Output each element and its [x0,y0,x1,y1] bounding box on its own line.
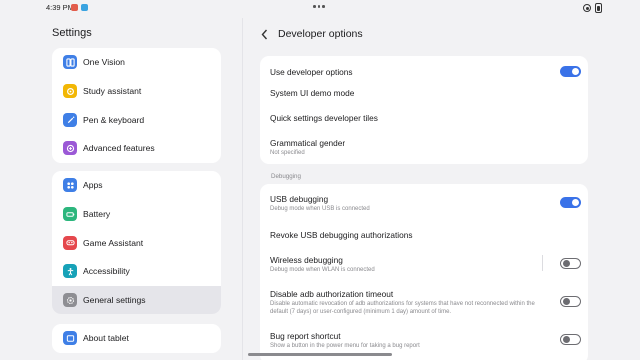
game-icon [63,235,77,250]
quick-settings-tiles-label: Quick settings developer tiles [270,113,378,123]
adb-timeout-row[interactable]: Disable adb authorization timeout Disabl… [270,289,540,316]
adb-timeout-description: Disable automatic revocation of adb auth… [270,301,535,315]
general-options-card: Use developer options System UI demo mod… [260,56,588,164]
notification-icon-2 [81,4,88,11]
sidebar-item-label: Game Assistant [83,237,144,248]
adb-timeout-label: Disable adb authorization timeout [270,289,394,299]
multiwindow-handle-icon[interactable] [313,5,325,8]
use-developer-options-label: Use developer options [270,67,353,77]
sidebar-item-label: General settings [83,295,146,306]
settings-title: Settings [52,27,92,39]
sidebar-item-advanced-features[interactable]: Advanced features [52,134,221,163]
chevron-left-icon[interactable] [258,27,270,41]
adb-timeout-toggle[interactable] [560,296,581,307]
revoke-usb-row[interactable]: Revoke USB debugging authorizations [270,230,578,240]
sidebar-group-2: Apps Battery Game Assistant Accessibilit… [52,171,221,315]
one-vision-icon [63,55,77,70]
screen-record-icon [583,4,591,12]
sidebar-item-label: Advanced features [83,143,155,154]
page-title: Developer options [278,28,363,40]
use-developer-options-toggle[interactable] [560,66,581,77]
wireless-debugging-toggle[interactable] [560,258,581,269]
sidebar-item-label: Pen & keyboard [83,114,145,125]
bug-report-shortcut-row[interactable]: Bug report shortcut Show a button in the… [270,331,578,350]
sidebar-item-study-assistant[interactable]: Study assistant [52,77,221,106]
revoke-usb-label: Revoke USB debugging authorizations [270,230,413,240]
sidebar-group-3: About tablet [52,324,221,353]
sidebar-item-game-assistant[interactable]: Game Assistant [52,228,221,257]
quick-settings-tiles-row[interactable]: Quick settings developer tiles [270,113,578,123]
status-time: 4:39 PM [46,3,74,12]
pen-icon [63,112,77,127]
status-bar: 4:39 PM [0,0,640,18]
system-ui-demo-row[interactable]: System UI demo mode [270,88,578,98]
gesture-bar[interactable] [248,353,392,356]
sidebar-group-1: One Vision Study assistant Pen & keyboar… [52,48,221,163]
usb-debugging-description: Debug mode when USB is connected [270,206,370,212]
sidebar-item-label: Battery [83,209,111,220]
settings-sidebar: Settings One Vision Study assistant Pen … [38,18,236,360]
sidebar-item-label: One Vision [83,57,125,68]
usb-debugging-row[interactable]: USB debugging Debug mode when USB is con… [270,194,578,213]
usb-debugging-toggle[interactable] [560,197,581,208]
tablet-icon [63,331,77,346]
sidebar-item-label: About tablet [83,333,129,344]
accessibility-icon [63,264,77,279]
grammatical-gender-label: Grammatical gender [270,138,346,148]
sidebar-item-label: Study assistant [83,86,142,97]
advanced-features-icon [63,141,77,156]
debugging-card: USB debugging Debug mode when USB is con… [260,184,588,360]
sidebar-item-pen-keyboard[interactable]: Pen & keyboard [52,105,221,134]
study-assistant-icon [63,84,77,99]
bug-report-shortcut-description: Show a button in the power menu for taki… [270,343,420,349]
wireless-debugging-separator [542,255,543,271]
sidebar-item-general-settings[interactable]: General settings [52,285,221,315]
use-developer-options-row[interactable]: Use developer options [270,67,578,77]
sidebar-item-label: Apps [83,180,103,191]
wireless-debugging-description: Debug mode when WLAN is connected [270,267,375,273]
sidebar-item-accessibility[interactable]: Accessibility [52,257,221,286]
bug-report-shortcut-toggle[interactable] [560,334,581,345]
system-ui-demo-label: System UI demo mode [270,88,355,98]
battery-icon [63,207,77,222]
sidebar-item-one-vision[interactable]: One Vision [52,48,221,77]
bug-report-shortcut-label: Bug report shortcut [270,331,341,341]
grammatical-gender-row[interactable]: Grammatical gender Not specified [270,138,578,157]
sidebar-item-apps[interactable]: Apps [52,171,221,200]
section-label-debugging: Debugging [271,173,301,180]
wireless-debugging-row[interactable]: Wireless debugging Debug mode when WLAN … [270,255,578,274]
usb-debugging-label: USB debugging [270,194,329,204]
sidebar-item-about-tablet[interactable]: About tablet [52,324,221,353]
wireless-debugging-label: Wireless debugging [270,255,343,265]
sidebar-item-label: Accessibility [83,266,130,277]
notification-icon [71,4,78,11]
sidebar-item-battery[interactable]: Battery [52,200,221,229]
apps-icon [63,178,77,193]
grammatical-gender-value: Not specified [270,150,305,156]
gear-icon [63,293,77,308]
developer-options-pane: Developer options Use developer options … [243,18,605,360]
battery-status-icon [595,3,602,13]
